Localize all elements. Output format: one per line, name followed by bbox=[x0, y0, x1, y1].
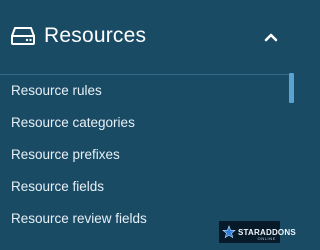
section-title: Resources bbox=[44, 24, 147, 47]
resources-menu: Resource rules Resource categories Resou… bbox=[0, 75, 294, 235]
chevron-up-icon[interactable] bbox=[264, 30, 278, 42]
staraddons-watermark: STARADDONS ONLINE bbox=[219, 221, 296, 243]
resources-panel: Resources Resource rules Resource catego… bbox=[0, 0, 296, 250]
hard-drive-icon bbox=[10, 26, 36, 46]
menu-item-resource-fields[interactable]: Resource fields bbox=[0, 171, 294, 203]
menu-item-resource-rules[interactable]: Resource rules bbox=[0, 75, 294, 107]
star-logo-icon bbox=[222, 225, 236, 239]
menu-item-resource-prefixes[interactable]: Resource prefixes bbox=[0, 139, 294, 171]
menu-item-resource-categories[interactable]: Resource categories bbox=[0, 107, 294, 139]
watermark-sub: ONLINE bbox=[257, 236, 276, 241]
resources-section-header[interactable]: Resources bbox=[0, 0, 294, 72]
